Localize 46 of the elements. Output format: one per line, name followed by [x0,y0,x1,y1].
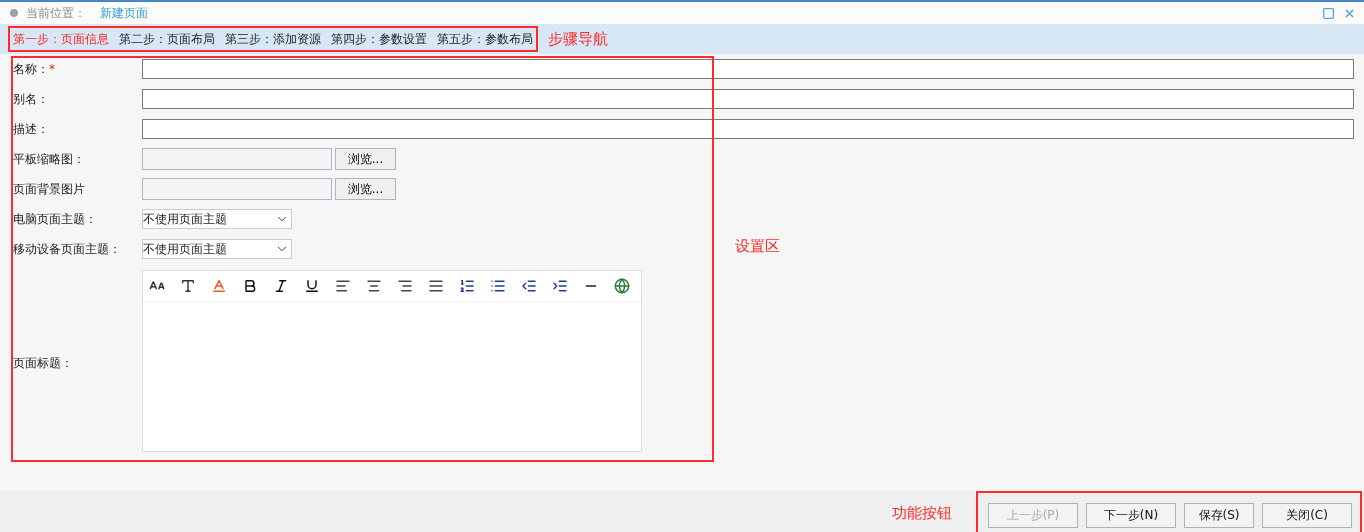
annotation-label: 设置区 [735,237,780,256]
field-label: 页面背景图片 [13,180,86,198]
step-tab[interactable]: 第四步：参数设置 [331,30,427,48]
input-field[interactable] [142,119,1354,139]
theme-dropdown[interactable]: 不使用页面主题 [142,239,292,259]
link-icon[interactable] [614,278,630,294]
input-field[interactable] [142,59,1354,79]
step-tab[interactable]: 第五步：参数布局 [437,30,533,48]
align-left-icon[interactable] [335,278,351,294]
step-tab[interactable]: 第二步：页面布局 [119,30,215,48]
unordered-list-icon[interactable] [490,278,506,294]
close-icon[interactable] [1343,6,1356,20]
browse-button[interactable]: 浏览... [335,148,396,170]
bullet-icon [10,9,18,17]
indent-icon[interactable] [552,278,568,294]
annotation-label: 功能按钮 [892,504,952,523]
italic-icon[interactable] [273,278,289,294]
theme-dropdown[interactable]: 不使用页面主题 [142,209,292,229]
input-field[interactable] [142,89,1354,109]
step-tab[interactable]: 第三步：添加资源 [225,30,321,48]
font-family-icon[interactable] [180,278,196,294]
field-label: 平板缩略图： [13,150,86,168]
outdent-icon[interactable] [521,278,537,294]
field-label: 描述： [13,120,50,138]
field-label: 别名： [13,90,50,108]
justify-icon[interactable] [428,278,444,294]
action-button[interactable]: 关闭(C) [1262,503,1352,528]
field-label: 名称：* [13,60,56,78]
bold-icon[interactable] [242,278,258,294]
action-button[interactable]: 下一步(N) [1086,503,1176,528]
browse-button[interactable]: 浏览... [335,178,396,200]
annotation-label: 步骤导航 [548,29,608,49]
field-label: 页面标题： [13,354,74,372]
file-path-field[interactable] [142,178,332,200]
underline-icon[interactable] [304,278,320,294]
maximize-icon[interactable] [1322,6,1335,20]
breadcrumb-current: 新建页面 [100,4,148,22]
action-button[interactable]: 保存(S) [1184,503,1254,528]
file-path-field[interactable] [142,148,332,170]
field-label: 移动设备页面主题： [13,240,122,258]
align-right-icon[interactable] [397,278,413,294]
align-center-icon[interactable] [366,278,382,294]
field-label: 电脑页面主题： [13,210,98,228]
breadcrumb-label: 当前位置： [26,4,86,22]
font-color-icon[interactable] [211,278,227,294]
ordered-list-icon[interactable] [459,278,475,294]
